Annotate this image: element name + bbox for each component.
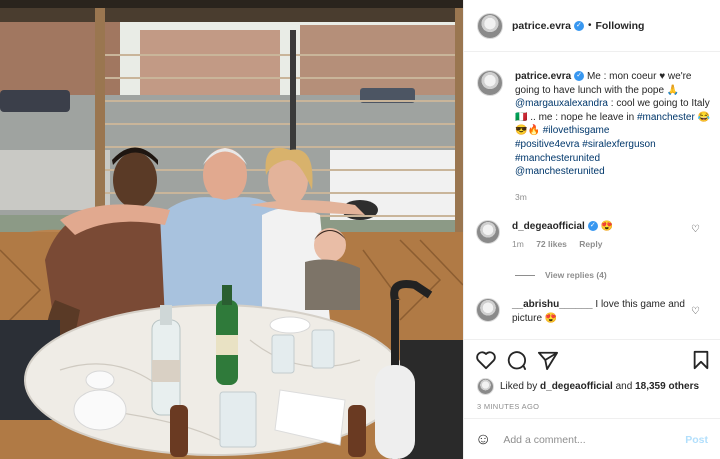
instagram-post: patrice.evra ✓ • Following patrice.evra ✓…: [0, 0, 720, 459]
liked-by-text: Liked by d_degeaofficial and 18,359 othe…: [500, 381, 699, 392]
liked-by: Liked by d_degeaofficial and 18,359 othe…: [477, 378, 699, 395]
action-icons-row: [475, 350, 713, 372]
paper-plane-icon[interactable]: [537, 350, 559, 370]
hashtag-link[interactable]: #positive4evra: [515, 139, 579, 150]
liked-by-prefix: Liked by: [500, 381, 538, 392]
separator-dot: •: [587, 20, 592, 31]
verified-badge-icon: ✓: [587, 221, 598, 232]
following-button[interactable]: Following: [595, 20, 644, 32]
heart-icon[interactable]: [475, 350, 497, 370]
restaurant-photo-illustration: [0, 0, 463, 459]
bookmark-icon[interactable]: [691, 350, 711, 370]
post-header: patrice.evra ✓ • Following: [464, 0, 720, 52]
post-timestamp[interactable]: 3 MINUTES AGO: [477, 402, 539, 411]
comment-time[interactable]: 1m: [512, 239, 524, 249]
post-caption: patrice.evra ✓ Me : mon coeur ♥ we're goi…: [477, 70, 715, 179]
comment-emoji: 😍: [600, 221, 614, 232]
author-avatar[interactable]: [477, 12, 503, 39]
replies-line: [515, 274, 535, 276]
add-comment-bar: ☺ Post: [463, 418, 720, 459]
mention-link[interactable]: @margauxalexandra: [515, 98, 608, 109]
post-actions: Liked by d_degeaofficial and 18,359 othe…: [463, 339, 720, 459]
comment-icon[interactable]: [505, 350, 527, 370]
comment-meta: 1m 72 likes Reply: [512, 238, 702, 252]
liked-by-user[interactable]: d_degeaofficial: [540, 381, 613, 392]
hashtag-link[interactable]: #siralexferguson: [582, 139, 655, 150]
commenter-username[interactable]: __abrishu______: [512, 299, 593, 310]
mention-link[interactable]: @manchesterunited: [515, 166, 605, 177]
hashtag-link[interactable]: #ilovethisgame: [543, 125, 610, 136]
author-username[interactable]: patrice.evra: [512, 20, 571, 32]
post-photo[interactable]: [0, 0, 463, 459]
commenter-avatar[interactable]: [476, 298, 500, 322]
commenter-avatar[interactable]: [476, 220, 500, 244]
emoji-icon[interactable]: ☺: [475, 431, 491, 449]
comment-input[interactable]: [503, 433, 674, 446]
liker-avatar[interactable]: [477, 378, 494, 395]
comment-item: __abrishu______ I love this game and pic…: [476, 298, 716, 325]
caption-author-avatar[interactable]: [477, 70, 503, 96]
caption-username[interactable]: patrice.evra: [515, 71, 571, 82]
verified-badge-icon: ✓: [573, 20, 584, 31]
comment-body: d_degeaofficial ✓ 😍 1m 72 likes Reply: [512, 220, 702, 251]
comment-likes[interactable]: 72 likes: [536, 239, 567, 249]
post-comment-button[interactable]: Post: [685, 434, 708, 446]
commenter-username[interactable]: d_degeaofficial: [512, 221, 585, 232]
caption-text: patrice.evra ✓ Me : mon coeur ♥ we're goi…: [515, 70, 715, 179]
comment-item: d_degeaofficial ✓ 😍 1m 72 likes Reply ♡: [476, 220, 716, 251]
view-replies-button[interactable]: View replies (4): [515, 270, 607, 280]
comment-heart-icon[interactable]: ♡: [691, 224, 700, 235]
view-replies-label: View replies (4): [545, 270, 607, 280]
hashtag-link[interactable]: #manchesterunited: [515, 153, 600, 164]
comment-body: __abrishu______ I love this game and pic…: [512, 298, 702, 325]
caption-timestamp[interactable]: 3m: [515, 192, 527, 202]
hashtag-link[interactable]: #manchester: [637, 112, 695, 123]
liked-by-count[interactable]: 18,359 others: [635, 381, 699, 392]
caption-verified-badge-icon: ✓: [574, 71, 585, 82]
comment-reply-button[interactable]: Reply: [579, 239, 602, 249]
comment-heart-icon[interactable]: ♡: [691, 306, 700, 317]
liked-by-middle: and: [615, 381, 633, 392]
